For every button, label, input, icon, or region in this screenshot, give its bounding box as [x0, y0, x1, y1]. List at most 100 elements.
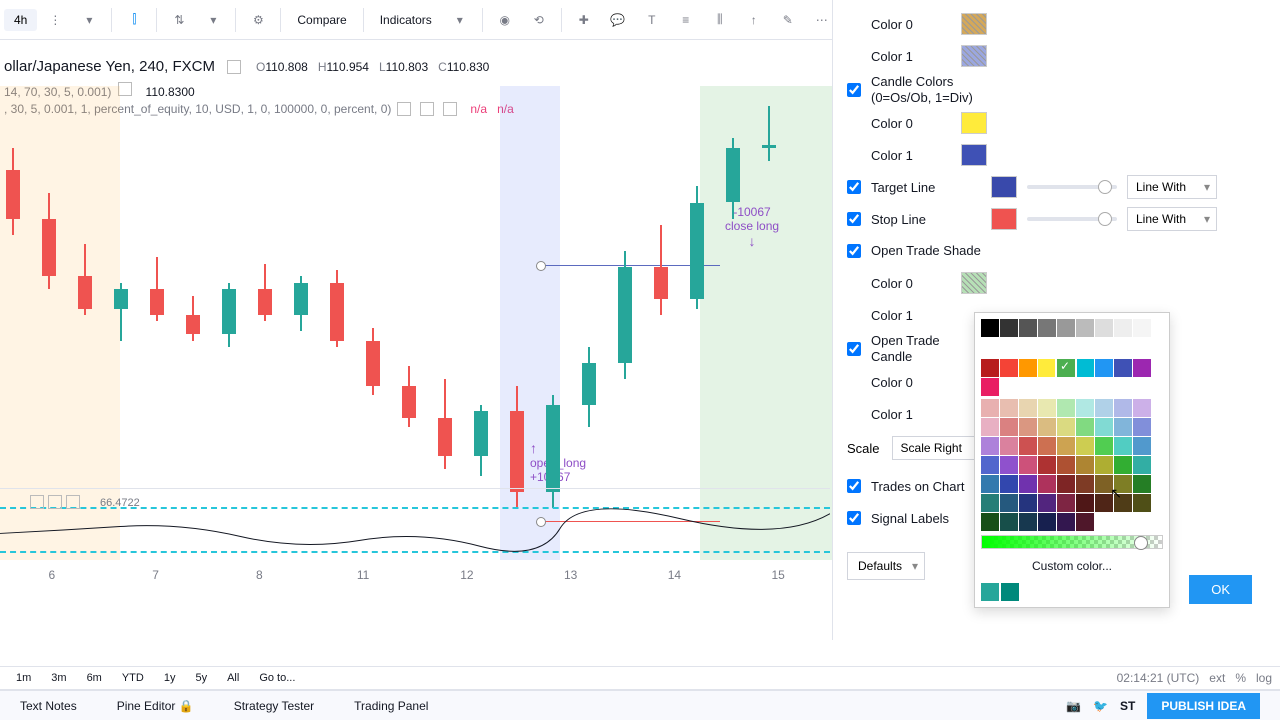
tf-1m[interactable]: 1m [8, 670, 39, 686]
color-swatch[interactable] [1000, 399, 1018, 417]
tf-All[interactable]: All [219, 670, 247, 686]
color-swatch[interactable] [1133, 475, 1151, 493]
comment-icon[interactable]: 💬 [602, 4, 634, 36]
color-swatch[interactable] [1038, 475, 1056, 493]
recent-color[interactable] [981, 583, 999, 601]
eye-icon[interactable] [48, 495, 62, 509]
menu-icon[interactable]: ⋮ [39, 4, 71, 36]
custom-color-link[interactable]: Custom color... [981, 553, 1163, 579]
color-swatch[interactable] [1000, 418, 1018, 436]
tf-6m[interactable]: 6m [79, 670, 110, 686]
chk-otc[interactable] [847, 342, 861, 356]
color-swatch[interactable] [1038, 359, 1056, 377]
color-swatch[interactable] [981, 475, 999, 493]
color-swatch[interactable] [1076, 418, 1094, 436]
tf-YTD[interactable]: YTD [114, 670, 152, 686]
arrow-icon[interactable]: ↑ [738, 4, 770, 36]
color-swatch[interactable] [981, 319, 999, 337]
color-swatch[interactable] [1019, 513, 1037, 531]
opacity-slider[interactable] [1027, 185, 1117, 189]
color-swatch[interactable] [1038, 513, 1056, 531]
color-swatch[interactable] [1000, 319, 1018, 337]
color-swatch[interactable] [1038, 494, 1056, 512]
color-swatch[interactable] [1000, 437, 1018, 455]
color-swatch[interactable] [1019, 475, 1037, 493]
color-swatch[interactable] [1019, 418, 1037, 436]
swatch-color1[interactable] [961, 45, 987, 67]
color-swatch[interactable] [1057, 475, 1075, 493]
tab-trading-panel[interactable]: Trading Panel [354, 699, 428, 713]
color-swatch[interactable] [1114, 399, 1132, 417]
alert-icon[interactable]: ◉ [489, 4, 521, 36]
color-swatch[interactable] [1095, 359, 1113, 377]
color-swatch[interactable] [1057, 418, 1075, 436]
publish-button[interactable]: PUBLISH IDEA [1147, 693, 1260, 719]
color-swatch[interactable] [1057, 399, 1075, 417]
color-swatch[interactable] [1076, 319, 1094, 337]
color-swatch[interactable] [1133, 418, 1151, 436]
swatch-target[interactable] [991, 176, 1017, 198]
tf-1y[interactable]: 1y [156, 670, 184, 686]
eye-icon[interactable] [30, 495, 44, 509]
swatch-stop[interactable] [991, 208, 1017, 230]
color-swatch[interactable] [981, 418, 999, 436]
color-swatch[interactable] [1076, 456, 1094, 474]
defaults-dropdown[interactable]: Defaults [847, 552, 925, 580]
color-swatch[interactable] [1076, 475, 1094, 493]
color-swatch[interactable] [1057, 437, 1075, 455]
color-swatch[interactable] [1000, 475, 1018, 493]
linewidth-dropdown[interactable]: Line With [1127, 207, 1217, 231]
color-swatch[interactable] [1019, 456, 1037, 474]
dropdown-icon[interactable]: ▾ [444, 4, 476, 36]
color-swatch[interactable] [1076, 399, 1094, 417]
scale-icon[interactable]: ⇅ [163, 4, 195, 36]
color-swatch[interactable] [1019, 359, 1037, 377]
oscillator-pane[interactable]: 66.4722 [0, 488, 830, 568]
tab-text-notes[interactable]: Text Notes [20, 699, 77, 713]
timeframe-selector[interactable]: 4h [4, 9, 37, 31]
color-swatch[interactable] [1057, 456, 1075, 474]
eye-icon[interactable] [227, 60, 241, 74]
color-swatch[interactable] [1000, 456, 1018, 474]
candles-icon[interactable]: ⫿ [118, 4, 150, 36]
color-swatch[interactable] [1076, 513, 1094, 531]
swatch-ots0[interactable] [961, 272, 987, 294]
camera-icon[interactable]: 📷 [1066, 699, 1081, 713]
color-swatch[interactable] [981, 494, 999, 512]
opacity-slider[interactable] [1027, 217, 1117, 221]
brush-icon[interactable]: ✎ [772, 4, 804, 36]
st-icon[interactable]: ST [1120, 699, 1135, 713]
chk-candle-colors[interactable] [847, 83, 861, 97]
color-swatch[interactable] [1133, 456, 1151, 474]
color-swatch[interactable] [1038, 418, 1056, 436]
eye-icon[interactable] [66, 495, 80, 509]
chk-ots[interactable] [847, 244, 861, 258]
color-swatch[interactable] [1114, 319, 1132, 337]
chk-trades[interactable] [847, 479, 861, 493]
color-swatch[interactable] [1057, 513, 1075, 531]
color-swatch[interactable] [981, 513, 999, 531]
fib-icon[interactable]: ⫼ [704, 4, 736, 36]
swatch-cc0[interactable] [961, 112, 987, 134]
color-swatch[interactable] [1133, 494, 1151, 512]
levels-icon[interactable]: ≡ [670, 4, 702, 36]
dropdown-icon[interactable]: ▾ [73, 4, 105, 36]
tf-3m[interactable]: 3m [43, 670, 74, 686]
color-swatch[interactable] [1000, 513, 1018, 531]
color-swatch[interactable] [1095, 456, 1113, 474]
tf-5y[interactable]: 5y [187, 670, 215, 686]
color-swatch[interactable] [1038, 456, 1056, 474]
color-swatch[interactable] [1019, 437, 1037, 455]
chk-target[interactable] [847, 180, 861, 194]
ok-button[interactable]: OK [1189, 575, 1252, 604]
color-swatch[interactable] [1038, 437, 1056, 455]
indicators-button[interactable]: Indicators [370, 9, 442, 31]
pct-toggle[interactable]: % [1235, 671, 1246, 685]
color-swatch[interactable] [1114, 437, 1132, 455]
color-swatch[interactable] [1095, 437, 1113, 455]
dropdown-icon[interactable]: ▾ [197, 4, 229, 36]
color-swatch[interactable] [981, 437, 999, 455]
color-swatch[interactable] [1076, 494, 1094, 512]
color-swatch[interactable] [1114, 418, 1132, 436]
symbol-name[interactable]: ollar/Japanese Yen, 240, FXCM [4, 58, 215, 75]
